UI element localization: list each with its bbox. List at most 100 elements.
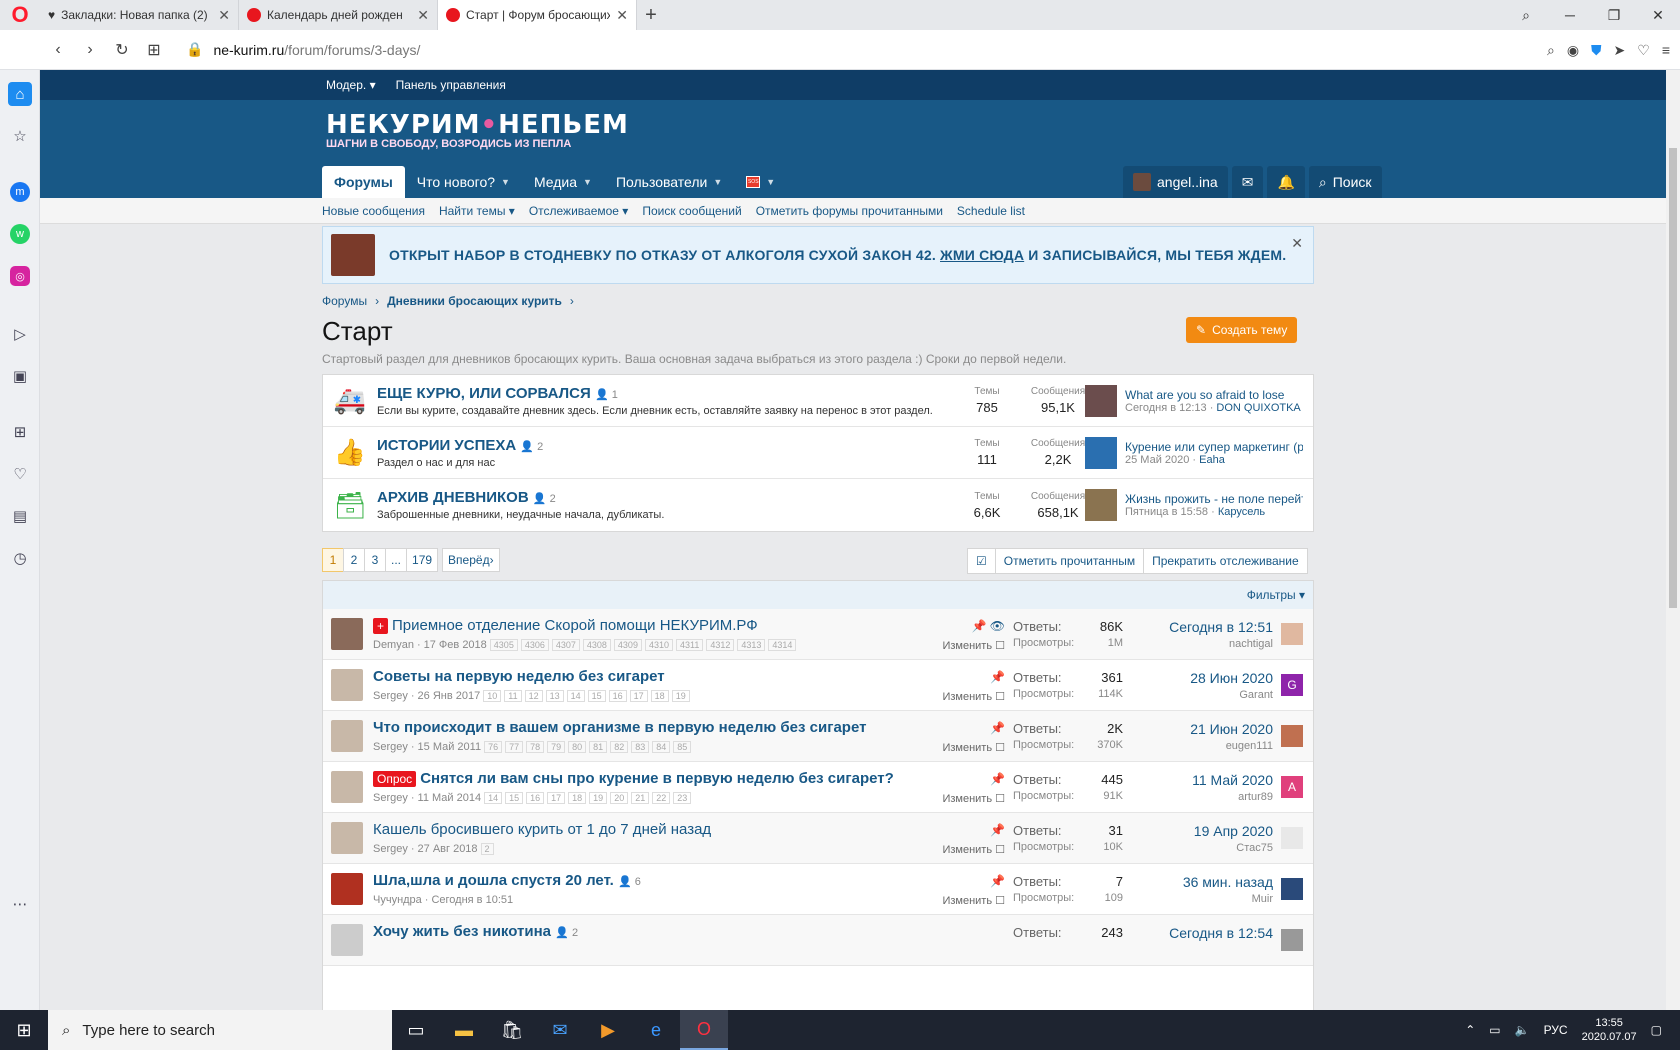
subnav-schedule[interactable]: Schedule list <box>957 204 1025 218</box>
opera-logo-icon[interactable]: O <box>0 0 40 30</box>
thread-title[interactable]: Что происходит в вашем организме в перву… <box>373 719 866 736</box>
subnav-watched[interactable]: Отслеживаемое ▾ <box>529 204 629 218</box>
thread-page-link[interactable]: 4312 <box>706 639 735 651</box>
last-post-date[interactable]: 11 Май 2020 <box>1135 772 1273 788</box>
mail-icon[interactable]: ✉ <box>536 1010 584 1050</box>
notice-link[interactable]: ЖМИ СЮДА <box>940 247 1024 263</box>
search-icon[interactable]: ⌕ <box>1547 42 1555 59</box>
inbox-button[interactable]: ✉ <box>1231 166 1264 198</box>
thread-page-link[interactable]: 77 <box>505 741 524 753</box>
thread-page-link[interactable]: 15 <box>587 690 606 702</box>
avatar[interactable] <box>331 720 363 752</box>
last-post-date[interactable]: 19 Апр 2020 <box>1135 823 1273 839</box>
thread-page-link[interactable]: 19 <box>671 690 690 702</box>
thread-title[interactable]: Снятся ли вам сны про курение в первую н… <box>420 770 894 787</box>
file-explorer-icon[interactable]: ▬ <box>440 1010 488 1050</box>
network-icon[interactable]: ▭ <box>1489 1023 1500 1037</box>
thread-page-link[interactable]: 21 <box>631 792 650 804</box>
heart-icon[interactable]: ♡ <box>1637 42 1650 59</box>
avatar[interactable] <box>331 771 363 803</box>
subnav-new-posts[interactable]: Новые сообщения <box>322 204 425 218</box>
thread-title[interactable]: Советы на первую неделю без сигарет <box>373 668 665 685</box>
thread-page-link[interactable]: 79 <box>547 741 566 753</box>
last-post-user[interactable]: artur89 <box>1135 791 1273 803</box>
thread-page-link[interactable]: 22 <box>652 792 671 804</box>
select-checkbox-icon[interactable]: ☑ <box>968 549 995 573</box>
page-link[interactable]: 179 <box>406 548 439 572</box>
search-button[interactable]: ⌕ Поиск <box>1308 166 1382 198</box>
nav-media[interactable]: Медиа ▼ <box>522 166 604 198</box>
last-post-user[interactable]: Garant <box>1135 689 1273 701</box>
news-icon[interactable]: ▤ <box>8 504 32 528</box>
last-post-date[interactable]: 21 Июн 2020 <box>1135 721 1273 737</box>
avatar[interactable] <box>331 669 363 701</box>
crumb-diaries[interactable]: Дневники бросающих курить <box>387 294 562 308</box>
avatar[interactable] <box>1281 623 1303 645</box>
close-icon[interactable]: ✕ <box>616 7 628 24</box>
thread-page-link[interactable]: 82 <box>610 741 629 753</box>
stop-watching-button[interactable]: Прекратить отслеживание <box>1143 549 1307 573</box>
select-checkbox[interactable]: ☐ <box>995 640 1005 652</box>
thread-page-link[interactable]: 18 <box>568 792 587 804</box>
select-checkbox[interactable]: ☐ <box>995 691 1005 703</box>
whatsapp-icon[interactable]: w <box>10 224 30 244</box>
avatar[interactable]: G <box>1281 674 1303 696</box>
avatar[interactable] <box>331 822 363 854</box>
subforum-title[interactable]: АРХИВ ДНЕВНИКОВ <box>377 489 529 506</box>
crumb-forums[interactable]: Форумы <box>322 294 367 308</box>
thread-page-link[interactable]: 4311 <box>675 639 704 651</box>
home-icon[interactable]: ⌂ <box>8 82 32 106</box>
avatar[interactable] <box>331 618 363 650</box>
avatar[interactable] <box>331 873 363 905</box>
thread-author[interactable]: Sergey <box>373 792 408 804</box>
avatar[interactable] <box>1281 827 1303 849</box>
last-post-user[interactable]: nachtigal <box>1135 638 1273 650</box>
last-post-user[interactable]: Muir <box>1135 893 1273 905</box>
heart-icon[interactable]: ♡ <box>8 462 32 486</box>
volume-icon[interactable]: 🔈 <box>1515 1023 1530 1037</box>
forward-button[interactable]: › <box>74 41 106 59</box>
thread-page-link[interactable]: 81 <box>589 741 608 753</box>
thread-author[interactable]: Sergey <box>373 843 408 855</box>
thread-title[interactable]: Шла,шла и дошла спустя 20 лет. <box>373 872 614 889</box>
user-menu[interactable]: angel..ina <box>1123 166 1228 198</box>
subforum-title[interactable]: ЕЩЕ КУРЮ, ИЛИ СОРВАЛСЯ <box>377 385 591 402</box>
subforum-title[interactable]: ИСТОРИИ УСПЕХА <box>377 437 516 454</box>
filters-menu[interactable]: Фильтры ▾ <box>1247 588 1305 602</box>
last-post-user[interactable]: Стас75 <box>1135 842 1273 854</box>
admin-panel-link[interactable]: Панель управления <box>396 78 506 92</box>
thread-page-link[interactable]: 19 <box>589 792 608 804</box>
close-icon[interactable]: ✕ <box>1291 235 1303 252</box>
new-tab-button[interactable]: + <box>637 4 665 27</box>
thread-page-link[interactable]: 15 <box>505 792 524 804</box>
thread-page-link[interactable]: 20 <box>610 792 629 804</box>
close-window-button[interactable]: ✕ <box>1636 7 1680 24</box>
media-icon[interactable]: ▶ <box>584 1010 632 1050</box>
thread-page-link[interactable]: 13 <box>545 690 564 702</box>
camera-icon[interactable]: ◉ <box>1567 42 1579 59</box>
language-indicator[interactable]: РУС <box>1544 1023 1568 1037</box>
send-icon[interactable]: ▷ <box>8 322 32 346</box>
thread-page-link[interactable]: 14 <box>484 792 503 804</box>
menu-icon[interactable]: ≡ <box>1662 42 1670 58</box>
thread-author[interactable]: Demyan <box>373 639 414 651</box>
last-post-date[interactable]: Сегодня в 12:51 <box>1135 619 1273 635</box>
avatar[interactable]: A <box>1281 776 1303 798</box>
tab-calendar[interactable]: Календарь дней рожден ✕ <box>239 0 438 30</box>
speed-dial-icon[interactable]: ⊞ <box>138 40 170 60</box>
scrollbar-thumb[interactable] <box>1669 148 1677 608</box>
last-post-user[interactable]: eugen111 <box>1135 740 1273 752</box>
clock[interactable]: 13:55 2020.07.07 <box>1582 1016 1637 1044</box>
page-link[interactable]: 3 <box>364 548 386 572</box>
minimize-button[interactable]: ─ <box>1548 7 1592 23</box>
thread-page-link[interactable]: 78 <box>526 741 545 753</box>
thread-page-link[interactable]: 76 <box>484 741 503 753</box>
opera-taskbar-icon[interactable]: O <box>680 1010 728 1050</box>
taskbar-search[interactable]: ⌕ Type here to search <box>48 1010 392 1050</box>
back-button[interactable]: ‹ <box>42 41 74 59</box>
create-thread-button[interactable]: ✎ Создать тему <box>1186 317 1298 343</box>
subnav-find-threads[interactable]: Найти темы ▾ <box>439 204 515 218</box>
notifications-icon[interactable]: ▢ <box>1651 1023 1662 1037</box>
thread-page-link[interactable]: 4305 <box>489 639 518 651</box>
shield-icon[interactable]: ⛊ <box>1591 42 1602 59</box>
